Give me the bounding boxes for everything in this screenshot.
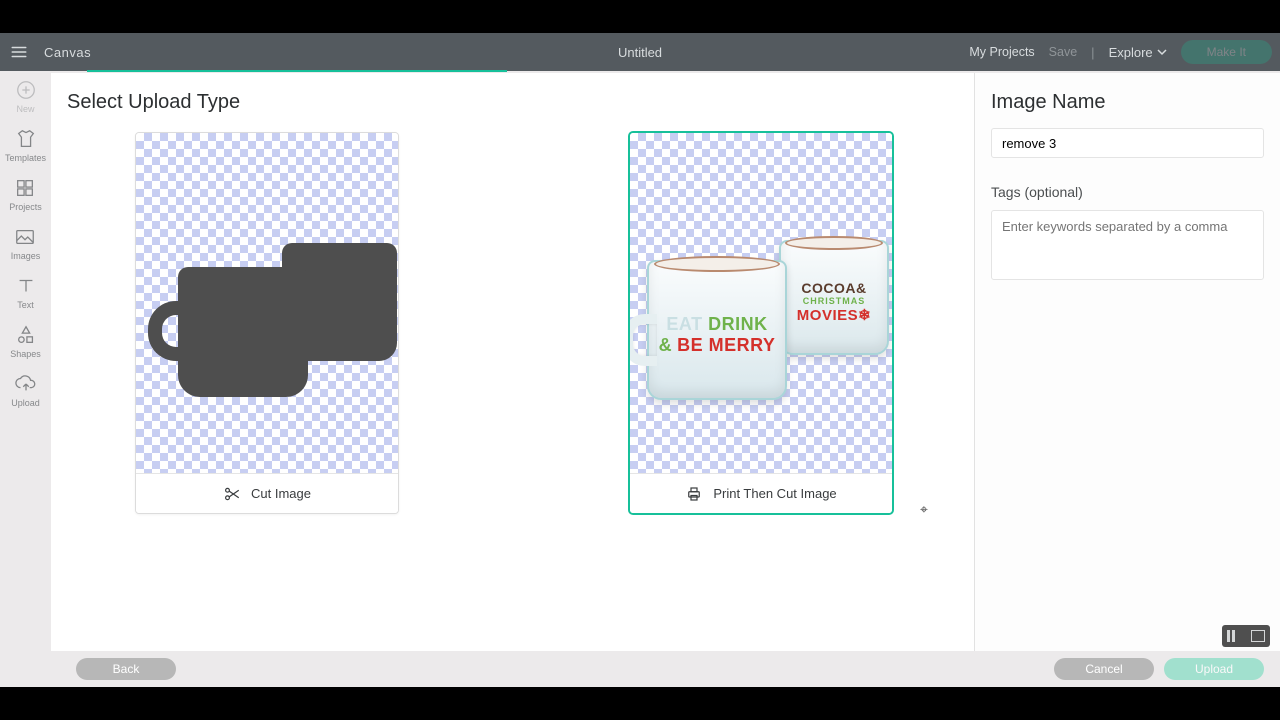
image-icon [14,226,36,248]
text-icon [15,275,37,297]
top-bar: Canvas Untitled My Projects Save | Explo… [0,33,1280,71]
side-panel: Image Name Tags (optional) [974,73,1280,651]
plus-circle-icon [15,79,37,101]
print-cut-preview: COCOA& CHRISTMAS MOVIES❄ EAT DRINK & BE … [630,133,892,473]
upload-button[interactable]: Upload [1164,658,1264,680]
explore-dropdown[interactable]: Explore [1109,45,1167,60]
grid-icon [14,177,36,199]
explore-label: Explore [1109,45,1153,60]
recorder-widget[interactable] [1222,625,1270,647]
back-button[interactable]: Back [76,658,176,680]
tool-new: New [15,79,37,114]
tool-projects[interactable]: Projects [9,177,42,212]
image-name-input[interactable] [991,128,1264,158]
my-projects-link[interactable]: My Projects [969,45,1034,59]
upload-icon [15,373,37,395]
hamburger-icon [10,43,28,61]
tags-input[interactable] [991,210,1264,280]
image-name-heading: Image Name [991,91,1264,114]
chevron-down-icon [1157,47,1167,57]
tool-rail: New Templates Projects Images Text Shape… [0,73,51,651]
cancel-button[interactable]: Cancel [1054,658,1154,680]
tool-text[interactable]: Text [15,275,37,310]
tool-shapes[interactable]: Shapes [10,324,41,359]
progress-bar [0,71,1280,73]
printer-icon [685,485,703,503]
scissors-icon [223,485,241,503]
document-title: Untitled [618,45,662,60]
menu-button[interactable] [0,43,38,61]
print-cut-label: Print Then Cut Image [713,486,836,501]
cut-image-card[interactable]: Cut Image [135,132,399,514]
cut-image-label: Cut Image [251,486,311,501]
screen-icon [1251,630,1265,642]
make-it-button: Make It [1181,40,1272,64]
brand-label: Canvas [38,45,91,60]
shapes-icon [15,324,37,346]
save-link: Save [1049,45,1078,59]
page-heading: Select Upload Type [67,91,958,114]
tool-upload[interactable]: Upload [11,373,40,408]
tags-label: Tags (optional) [991,184,1264,200]
pause-icon [1227,630,1241,642]
shirt-icon [15,128,37,150]
tool-images[interactable]: Images [11,226,41,261]
print-cut-card[interactable]: COCOA& CHRISTMAS MOVIES❄ EAT DRINK & BE … [629,132,893,514]
bottom-bar: Back Cancel Upload [0,651,1280,687]
tool-templates[interactable]: Templates [5,128,46,163]
cut-image-preview [136,133,398,473]
separator: | [1091,45,1094,60]
